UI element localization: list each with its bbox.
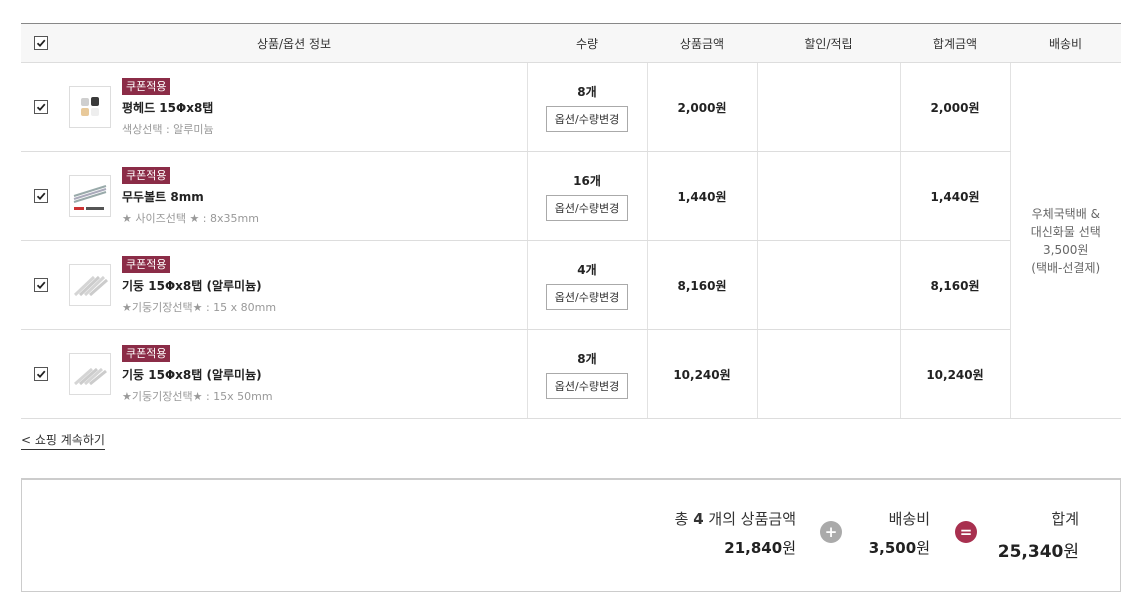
header-quantity: 수량: [527, 23, 647, 63]
item-price: 1,440원: [677, 189, 727, 204]
shipping-info: 우체국택배 & 대신화물 선택 3,500원 (택배-선결제): [1009, 62, 1121, 419]
total-amount: 25,340: [997, 542, 1064, 562]
coupon-badge: 쿠폰적용: [122, 166, 171, 184]
product-option: 색상선택 : 알루미늄: [122, 122, 214, 136]
change-option-button[interactable]: 옵션/수량변경: [545, 105, 629, 132]
products-total-block: 총 4 개의 상품금액 21,840원: [674, 510, 796, 557]
item-total: 8,160원: [930, 278, 980, 293]
grand-total-block: 합계 25,340원: [997, 510, 1079, 562]
product-option: ★기둥기장선택★ : 15x 50mm: [122, 389, 273, 403]
continue-shopping-link[interactable]: < 쇼핑 계속하기: [21, 431, 105, 450]
products-amount: 21,840: [724, 539, 783, 557]
item-total: 10,240원: [926, 367, 984, 382]
cart-table: 상품/옵션 정보 수량 상품금액 할인/적립 합계금액 배송비 쿠폰적용 평헤드…: [21, 23, 1121, 419]
coupon-badge: 쿠폰적용: [122, 344, 171, 362]
header-product-info: 상품/옵션 정보: [61, 23, 527, 63]
item-quantity: 8개: [577, 351, 597, 366]
change-option-button[interactable]: 옵션/수량변경: [545, 194, 629, 221]
product-thumbnail[interactable]: [69, 264, 111, 306]
order-summary: 총 4 개의 상품금액 21,840원 + 배송비 3,500원 = 합계 25…: [21, 478, 1121, 592]
item-total: 1,440원: [930, 189, 980, 204]
product-option: ★ 사이즈선택 ★ : 8x35mm: [122, 211, 259, 225]
product-name[interactable]: 무두볼트 8mm: [122, 188, 259, 205]
table-header: 상품/옵션 정보 수량 상품금액 할인/적립 합계금액 배송비: [21, 23, 1121, 63]
product-name[interactable]: 기둥 15Φx8탭 (알루미늄): [122, 366, 273, 383]
rods-image: [70, 354, 110, 394]
product-thumbnail[interactable]: [69, 86, 111, 128]
equals-icon: =: [955, 521, 977, 543]
cart-table-container: 상품/옵션 정보 수량 상품금액 할인/적립 합계금액 배송비 쿠폰적용 평헤드…: [21, 23, 1121, 419]
item-checkbox[interactable]: [34, 100, 48, 115]
table-row: 쿠폰적용 평헤드 15Φx8탭 색상선택 : 알루미늄 8개 옵션/수량변경 2…: [21, 62, 1121, 419]
item-quantity: 8개: [577, 84, 597, 99]
shipping-amount: 3,500: [868, 539, 917, 557]
products-count: 4: [693, 510, 704, 528]
shipping-total-block: 배송비 3,500원: [868, 510, 930, 557]
item-discount: [756, 151, 900, 241]
header-total: 합계금액: [900, 23, 1010, 63]
coupon-badge: 쿠폰적용: [122, 255, 171, 273]
product-name[interactable]: 평헤드 15Φx8탭: [122, 99, 214, 116]
check-icon: [36, 281, 46, 290]
header-shipping: 배송비: [1010, 23, 1121, 63]
item-price: 2,000원: [677, 100, 727, 115]
table-row: 쿠폰적용 기둥 15Φx8탭 (알루미늄) ★기둥기장선택★ : 15 x 80…: [21, 240, 1121, 330]
coupon-badge: 쿠폰적용: [122, 77, 171, 95]
plus-icon: +: [820, 521, 842, 543]
item-discount: [756, 240, 900, 330]
total-label: 합계: [1051, 510, 1079, 528]
check-icon: [36, 192, 46, 201]
change-option-button[interactable]: 옵션/수량변경: [545, 372, 629, 399]
select-all-checkbox[interactable]: [34, 36, 48, 51]
item-price: 10,240원: [673, 367, 731, 382]
item-price: 8,160원: [677, 278, 727, 293]
table-row: 쿠폰적용 무두볼트 8mm ★ 사이즈선택 ★ : 8x35mm 16개 옵션/…: [21, 151, 1121, 241]
item-total: 2,000원: [930, 100, 980, 115]
check-icon: [36, 103, 46, 112]
item-checkbox[interactable]: [34, 189, 48, 204]
bolts-image: [70, 176, 110, 216]
item-checkbox[interactable]: [34, 367, 48, 382]
product-name[interactable]: 기둥 15Φx8탭 (알루미늄): [122, 277, 276, 294]
check-icon: [36, 370, 46, 379]
header-product-price: 상품금액: [647, 23, 757, 63]
item-discount: [756, 62, 900, 152]
product-thumbnail[interactable]: [69, 175, 111, 217]
item-discount: [756, 329, 900, 419]
shipping-label: 배송비: [888, 510, 930, 528]
change-option-button[interactable]: 옵션/수량변경: [545, 283, 629, 310]
item-quantity: 16개: [573, 173, 601, 188]
select-all-cell: [21, 23, 61, 63]
product-option: ★기둥기장선택★ : 15 x 80mm: [122, 300, 277, 314]
item-quantity: 4개: [577, 262, 597, 277]
header-discount: 할인/적립: [757, 23, 900, 63]
check-icon: [36, 39, 46, 48]
table-row: 쿠폰적용 기둥 15Φx8탭 (알루미늄) ★기둥기장선택★ : 15x 50m…: [21, 329, 1121, 419]
product-thumbnail[interactable]: [69, 353, 111, 395]
rods-image: [70, 265, 110, 305]
cap-parts-image: [70, 87, 110, 127]
item-checkbox[interactable]: [34, 278, 48, 293]
